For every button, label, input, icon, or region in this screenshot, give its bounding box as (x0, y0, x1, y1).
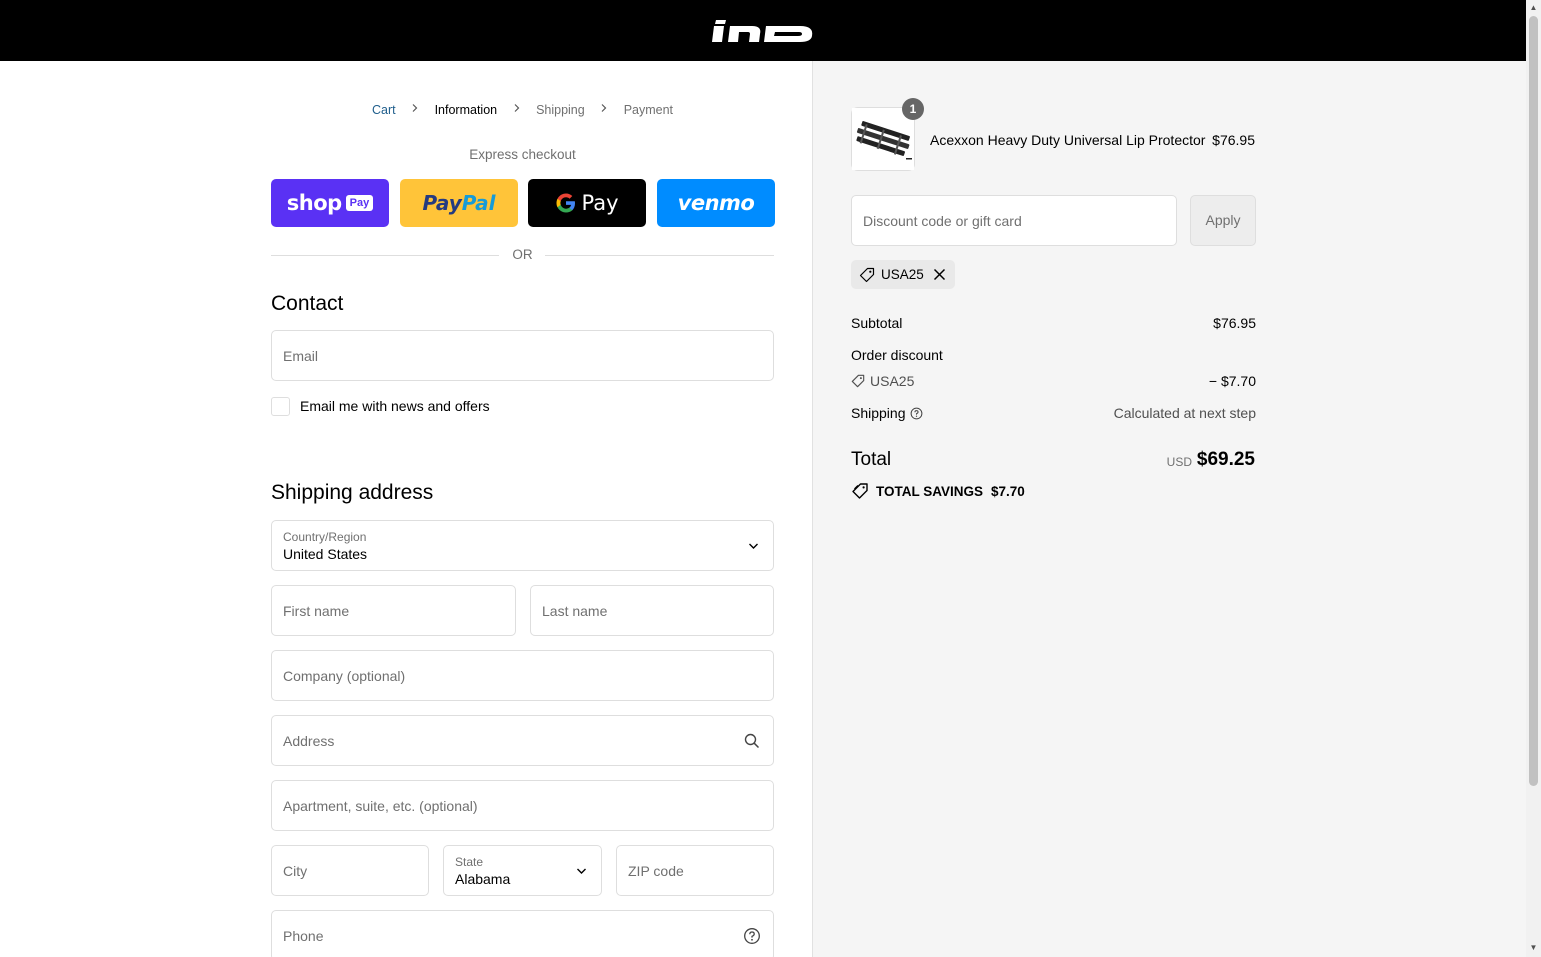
shop-pay-word: shop (286, 191, 342, 215)
country-label: Country/Region (283, 530, 367, 544)
first-name-placeholder: First name (283, 602, 350, 619)
tag-icon (859, 267, 875, 282)
newsletter-option[interactable]: Email me with news and offers (271, 396, 490, 416)
or-divider: OR (271, 247, 774, 263)
google-pay-text: Pay (581, 191, 619, 215)
state-select[interactable]: State Alabama (443, 845, 602, 896)
country-value: United States (283, 546, 368, 562)
shipping-label: Shipping (851, 405, 906, 421)
newsletter-label: Email me with news and offers (300, 398, 490, 414)
apartment-placeholder: Apartment, suite, etc. (optional) (283, 797, 478, 814)
divider-line (545, 255, 774, 256)
first-name-field[interactable]: First name (271, 585, 516, 636)
phone-placeholder: Phone (283, 927, 324, 944)
venmo-logo: venmo (677, 191, 755, 215)
scroll-down-arrow-icon[interactable]: ▼ (1529, 943, 1538, 953)
scroll-up-arrow-icon[interactable]: ▲ (1529, 3, 1538, 13)
applied-discount-chip: USA25 (851, 260, 955, 289)
apply-discount-button[interactable]: Apply (1190, 195, 1256, 246)
breadcrumb-shipping: Shipping (536, 102, 585, 117)
chevron-down-icon (577, 868, 586, 874)
address-field[interactable]: Address (271, 715, 774, 766)
savings-tag-icon (852, 483, 868, 499)
google-pay-button[interactable]: Pay (528, 179, 646, 227)
subtotal-label: Subtotal (851, 315, 903, 331)
discount-code-input[interactable]: Discount code or gift card (851, 195, 1177, 246)
order-discount-row: Order discount (851, 347, 1256, 363)
shop-pay-badge: Pay (345, 195, 374, 211)
address-placeholder: Address (283, 732, 335, 749)
shipping-row: Shipping Calculated at next step (851, 405, 1256, 421)
apartment-field[interactable]: Apartment, suite, etc. (optional) (271, 780, 774, 831)
city-field[interactable]: City (271, 845, 429, 896)
order-discount-label: Order discount (851, 347, 943, 363)
product-thumbnail: 1 (851, 98, 924, 171)
total-label: Total (851, 449, 892, 470)
order-summary-panel: 1 Acexxon Heavy Duty Universal Lip Prote… (812, 61, 1526, 957)
chevron-right-icon (412, 104, 418, 112)
close-icon[interactable] (933, 268, 946, 281)
total-value: $69.25 (1196, 449, 1255, 470)
quantity-badge: 1 (902, 98, 924, 120)
header-bar (0, 0, 1526, 61)
chevron-down-icon (749, 543, 758, 549)
savings-value: $7.70 (991, 483, 1025, 499)
company-field[interactable]: Company (optional) (271, 650, 774, 701)
shipping-value: Calculated at next step (1113, 405, 1256, 421)
phone-field[interactable]: Phone (271, 910, 774, 957)
tag-icon (851, 374, 865, 388)
shipping-address-heading: Shipping address (271, 481, 434, 504)
breadcrumb-information: Information (434, 102, 498, 117)
discount-code-label: USA25 (870, 373, 915, 389)
google-g-icon (556, 193, 576, 213)
product-image (852, 108, 914, 170)
checkout-form-panel: Cart Information Shipping Payment Expres… (0, 61, 812, 957)
savings-label: TOTAL SAVINGS (876, 483, 984, 499)
shop-pay-button[interactable]: shop Pay (271, 179, 389, 227)
chevron-right-icon (601, 104, 607, 112)
search-icon[interactable] (743, 732, 761, 750)
city-placeholder: City (283, 862, 308, 879)
paypal-pal-text: Pal (461, 191, 496, 215)
subtotal-row: Subtotal $76.95 (851, 315, 1256, 331)
express-checkout-label: Express checkout (469, 147, 576, 162)
zip-placeholder: ZIP code (628, 862, 684, 879)
state-value: Alabama (455, 871, 511, 887)
last-name-field[interactable]: Last name (530, 585, 774, 636)
email-field[interactable]: Email (271, 330, 774, 381)
newsletter-checkbox[interactable] (271, 396, 290, 416)
product-price: $76.95 (1212, 132, 1255, 148)
breadcrumb-cart[interactable]: Cart (372, 103, 396, 117)
total-savings-row: TOTAL SAVINGS $7.70 (851, 482, 1025, 500)
contact-heading: Contact (271, 292, 344, 315)
discount-placeholder: Discount code or gift card (863, 213, 1022, 229)
applied-code-text: USA25 (881, 267, 924, 282)
last-name-placeholder: Last name (542, 602, 608, 619)
help-icon[interactable] (743, 927, 761, 945)
page-scrollbar[interactable]: ▲ ▼ (1526, 0, 1541, 957)
venmo-button[interactable]: venmo (657, 179, 775, 227)
paypal-logo: PayPal (422, 191, 495, 215)
scrollbar-thumb[interactable] (1529, 16, 1538, 786)
subtotal-value: $76.95 (1213, 315, 1256, 331)
product-name: Acexxon Heavy Duty Universal Lip Protect… (930, 132, 1206, 148)
country-select[interactable]: Country/Region United States (271, 520, 774, 571)
brand-logo[interactable] (712, 18, 814, 44)
paypal-pay-text: Pay (422, 191, 462, 215)
discount-code-row: USA25 − $7.70 (851, 373, 1256, 389)
company-placeholder: Company (optional) (283, 667, 406, 684)
zip-field[interactable]: ZIP code (616, 845, 774, 896)
total-currency: USD (1166, 455, 1192, 469)
paypal-button[interactable]: PayPal (400, 179, 518, 227)
chevron-right-icon (514, 104, 519, 112)
email-placeholder: Email (283, 347, 319, 364)
breadcrumb-payment: Payment (623, 102, 674, 117)
breadcrumb: Cart Information Shipping Payment (271, 102, 774, 117)
discount-value: − $7.70 (1208, 373, 1256, 389)
help-icon[interactable] (910, 407, 923, 420)
state-label: State (455, 855, 484, 869)
